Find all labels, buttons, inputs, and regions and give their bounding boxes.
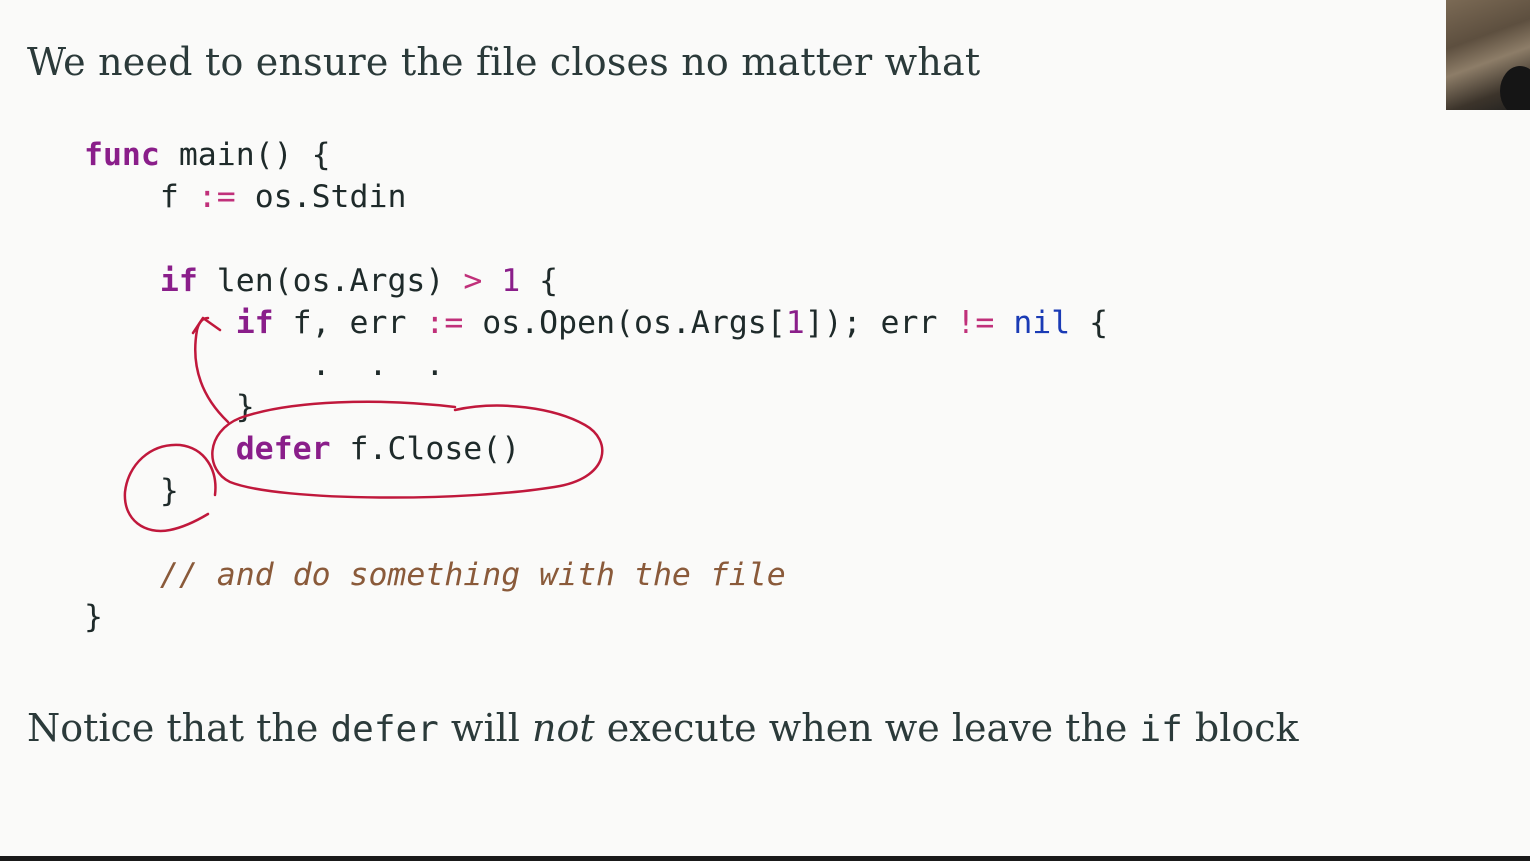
code-line-outer-close: } [84, 473, 179, 509]
code-line-ellipsis: . . . [84, 347, 445, 383]
code-line-main-close: } [84, 599, 103, 635]
code-line-stdin: f := os.Stdin [159, 179, 407, 215]
code-line-func: func main() { [84, 137, 331, 173]
code-line-inner-close: } [84, 389, 255, 425]
slide: We need to ensure the file closes no mat… [0, 0, 1530, 856]
bottom-border [0, 856, 1530, 861]
code-line-if-open: if f, err := os.Open(os.Args[1]); err !=… [235, 305, 1109, 341]
webcam-overlay [1446, 0, 1530, 110]
notice-text: Notice that the defer will not execute w… [27, 706, 1299, 750]
code-line-if-len: if len(os.Args) > 1 { [159, 263, 559, 299]
slide-heading: We need to ensure the file closes no mat… [27, 40, 981, 84]
code-block: func main() { f := os.Stdin if len(os.Ar… [84, 134, 1108, 638]
code-line-comment: // and do something with the file [159, 557, 786, 593]
code-line-defer: defer f.Close() [235, 431, 521, 467]
code-line-blank-2 [84, 512, 1108, 554]
